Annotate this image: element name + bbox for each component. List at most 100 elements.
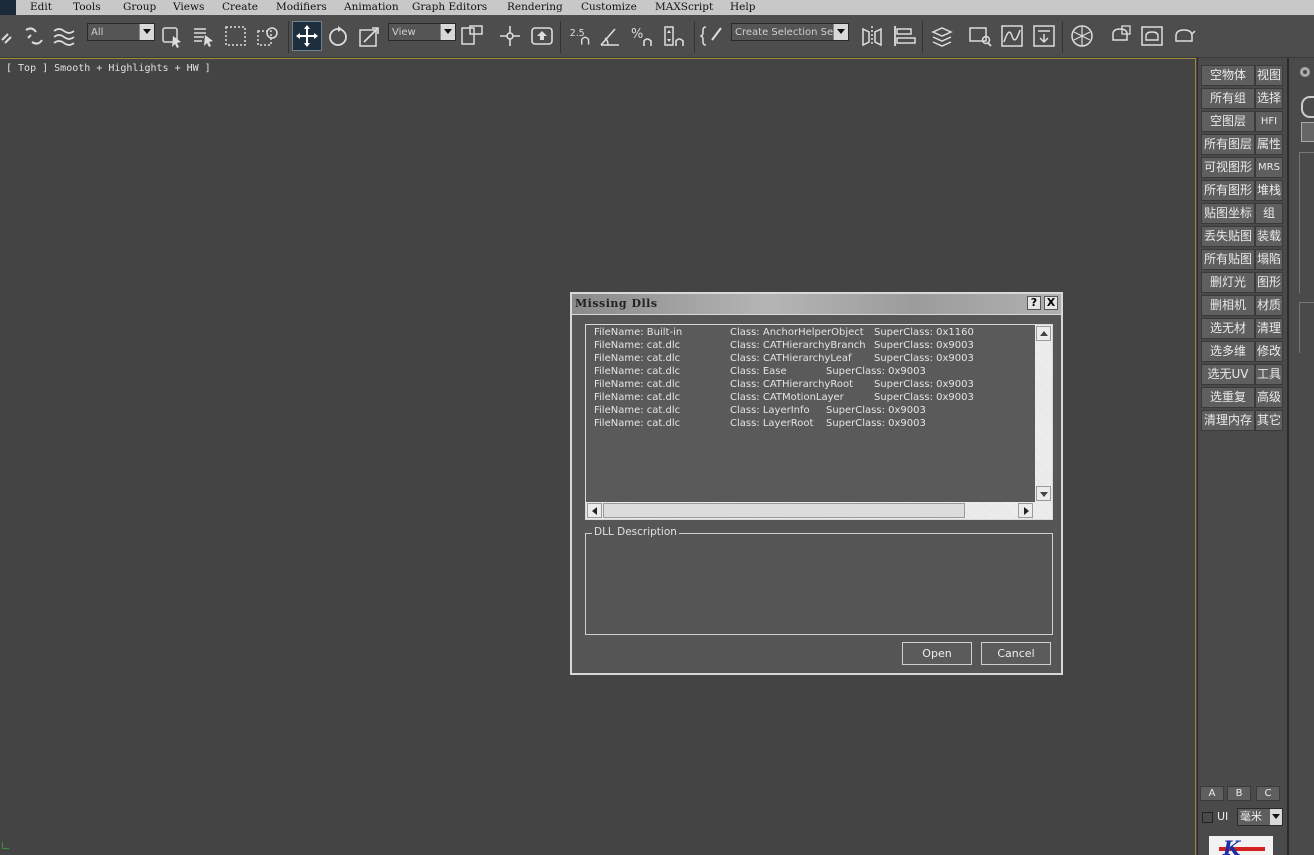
menu-rendering[interactable]: Rendering	[507, 0, 563, 15]
reference-coord-dropdown[interactable]: View	[388, 23, 456, 41]
toolbar-separator	[694, 21, 695, 53]
menu-animation[interactable]: Animation	[344, 0, 399, 15]
tool-button-right-16[interactable]: 其它	[1255, 410, 1283, 431]
tool-button-right-13[interactable]: 修改	[1255, 341, 1283, 362]
align-icon[interactable]	[892, 23, 916, 49]
keyboard-shortcut-override-icon[interactable]	[530, 23, 554, 49]
menu-edit[interactable]: Edit	[30, 0, 52, 15]
c-button[interactable]: C	[1256, 786, 1280, 801]
ui-checkbox[interactable]	[1202, 812, 1213, 823]
percent-snap-icon[interactable]: %	[630, 23, 654, 49]
spinner-snap-icon[interactable]	[662, 23, 686, 49]
tool-button-left-12[interactable]: 选无材	[1201, 318, 1255, 339]
tool-button-left-11[interactable]: 删相机	[1201, 295, 1255, 316]
tool-button-right-12[interactable]: 清理	[1255, 318, 1283, 339]
tool-button-left-1[interactable]: 空物体	[1201, 65, 1255, 86]
menu-maxscript[interactable]: MAXScript	[655, 0, 713, 15]
menu-graph-editors[interactable]: Graph Editors	[412, 0, 487, 15]
select-move-icon[interactable]	[292, 21, 322, 51]
link-icon[interactable]	[0, 23, 24, 49]
tool-button-right-11[interactable]: 材质	[1255, 295, 1283, 316]
menu-views[interactable]: Views	[173, 0, 204, 15]
open-button[interactable]: Open	[902, 642, 972, 665]
rendered-frame-window-icon[interactable]	[1140, 23, 1164, 49]
edit-named-selection-icon[interactable]	[700, 23, 724, 49]
tool-button-right-15[interactable]: 高级	[1255, 387, 1283, 408]
tool-button-right-3[interactable]: HFI	[1255, 111, 1283, 132]
tool-button-left-10[interactable]: 删灯光	[1201, 272, 1255, 293]
tool-button-left-16[interactable]: 清理内存	[1201, 410, 1255, 431]
tool-button-left-9[interactable]: 所有贴图	[1201, 249, 1255, 270]
tool-button-right-14[interactable]: 工具	[1255, 364, 1283, 385]
tool-button-right-4[interactable]: 属性	[1255, 134, 1283, 155]
render-production-icon[interactable]	[1172, 23, 1196, 49]
angle-snap-icon[interactable]	[598, 23, 622, 49]
viewport-label[interactable]: [ Top ] Smooth + Highlights + HW ]	[6, 63, 211, 74]
close-button[interactable]: X	[1044, 296, 1058, 310]
tool-button-right-7[interactable]: 组	[1255, 203, 1283, 224]
tool-button-left-15[interactable]: 选重复	[1201, 387, 1255, 408]
selection-filter-dropdown[interactable]: All	[87, 23, 155, 41]
app-logo-icon[interactable]	[0, 0, 16, 15]
rollout-frame	[1299, 302, 1314, 353]
layer-manager-icon[interactable]	[930, 23, 954, 49]
window-crossing-icon[interactable]	[256, 23, 280, 49]
tool-button-right-2[interactable]: 选择	[1255, 88, 1283, 109]
rect-selection-region-icon[interactable]	[224, 23, 248, 49]
schematic-view-icon[interactable]	[1032, 23, 1056, 49]
scene-explorer-icon[interactable]	[968, 23, 992, 49]
tool-button-right-8[interactable]: 装载	[1255, 226, 1283, 247]
gear-icon[interactable]	[1297, 64, 1313, 80]
tool-button-left-8[interactable]: 丢失贴图	[1201, 226, 1255, 247]
tool-button-right-1[interactable]: 视图	[1255, 65, 1283, 86]
render-setup-icon[interactable]	[1108, 23, 1132, 49]
scroll-up-icon[interactable]	[1036, 326, 1051, 341]
dialog-title-bar[interactable]: Missing Dlls ? X	[572, 294, 1061, 315]
vertical-scrollbar[interactable]	[1035, 325, 1052, 502]
menu-group[interactable]: Group	[123, 0, 156, 15]
tool-button-right-6[interactable]: 堆栈	[1255, 180, 1283, 201]
tool-button-left-7[interactable]: 贴图坐标	[1201, 203, 1255, 224]
horizontal-scrollbar[interactable]	[586, 502, 1052, 519]
select-manipulate-icon[interactable]	[498, 23, 522, 49]
tool-button-right-9[interactable]: 塌陷	[1255, 249, 1283, 270]
scroll-right-icon[interactable]	[1018, 503, 1033, 518]
menu-customize[interactable]: Customize	[581, 0, 637, 15]
tool-button-right-5[interactable]: MRS	[1255, 157, 1283, 178]
scroll-down-icon[interactable]	[1036, 486, 1051, 501]
menu-tools[interactable]: Tools	[73, 0, 101, 15]
b-button[interactable]: B	[1227, 786, 1251, 801]
mirror-icon[interactable]	[860, 23, 884, 49]
tool-button-left-4[interactable]: 所有图层	[1201, 134, 1255, 155]
scrollbar-thumb[interactable]	[603, 503, 965, 518]
unit-dropdown[interactable]: 毫米	[1237, 808, 1283, 826]
create-panel-icon[interactable]	[1301, 96, 1314, 118]
menu-modifiers[interactable]: Modifiers	[276, 0, 327, 15]
menu-help[interactable]: Help	[730, 0, 755, 15]
a-button[interactable]: A	[1200, 786, 1224, 801]
select-rotate-icon[interactable]	[326, 23, 350, 49]
bind-spacewarp-icon[interactable]	[52, 23, 76, 49]
tool-button-right-10[interactable]: 图形	[1255, 272, 1283, 293]
help-button[interactable]: ?	[1027, 296, 1041, 310]
curve-editor-icon[interactable]	[1000, 23, 1024, 49]
material-editor-icon[interactable]	[1070, 23, 1094, 49]
tool-button-left-3[interactable]: 空图层	[1201, 111, 1255, 132]
tool-button-left-2[interactable]: 所有组	[1201, 88, 1255, 109]
missing-dll-list[interactable]: FileName: Built-in Class: AnchorHelperObj…	[585, 324, 1053, 520]
tool-button-left-14[interactable]: 选无UV	[1201, 364, 1255, 385]
select-object-icon[interactable]	[160, 23, 184, 49]
panel-tab[interactable]	[1301, 122, 1314, 142]
scroll-left-icon[interactable]	[587, 503, 602, 518]
pivot-center-icon[interactable]	[460, 23, 484, 49]
snaps-toggle-icon[interactable]: 2.5	[566, 23, 594, 49]
cancel-button[interactable]: Cancel	[981, 642, 1051, 665]
tool-button-left-13[interactable]: 选多维	[1201, 341, 1255, 362]
unlink-icon[interactable]	[22, 23, 46, 49]
tool-button-left-6[interactable]: 所有图形	[1201, 180, 1255, 201]
select-by-name-icon[interactable]	[192, 23, 216, 49]
named-selection-set-dropdown[interactable]: Create Selection Set	[731, 23, 849, 41]
menu-create[interactable]: Create	[222, 0, 258, 15]
select-scale-icon[interactable]	[358, 23, 382, 49]
tool-button-left-5[interactable]: 可视图形	[1201, 157, 1255, 178]
